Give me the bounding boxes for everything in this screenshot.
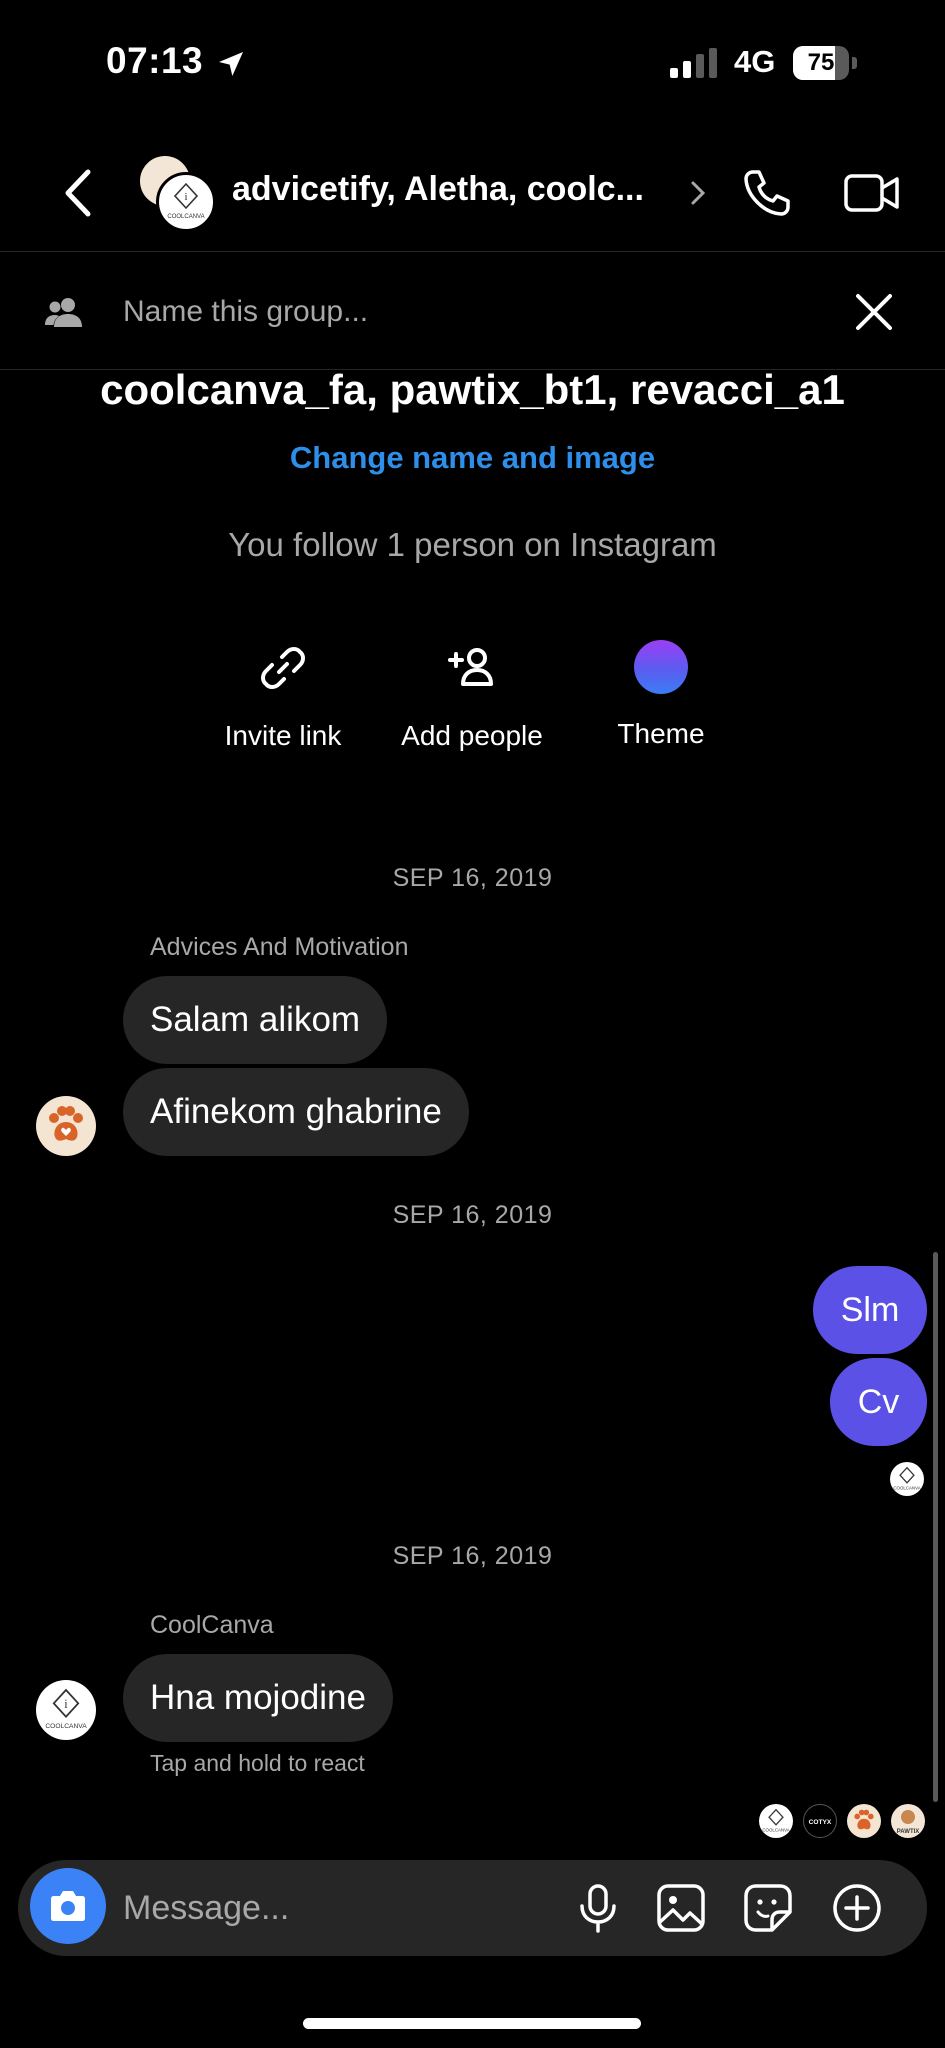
camera-icon [51,1891,85,1921]
header-divider [0,251,945,252]
video-call-icon[interactable] [842,166,902,220]
coolcanva-logo-icon: COOLCANVA [893,1466,921,1491]
sender-avatar[interactable] [36,1096,96,1156]
pawtix-logo-icon: PAWTIX [897,1810,920,1835]
incoming-message[interactable]: Hna mojodine [123,1654,393,1742]
svg-text:COTYX: COTYX [809,1819,832,1826]
coolcanva-logo-icon: COOLCANVA [762,1808,790,1833]
member-avatar-front: i COOLCANVA [156,172,216,232]
seen-avatar: PAWTIX [891,1804,925,1838]
gallery-icon[interactable] [653,1880,709,1936]
seen-avatar: COOLCANVA [759,1804,793,1838]
sender-name: Advices And Motivation [150,933,409,961]
theme-button[interactable]: Theme [571,640,751,750]
message-input[interactable] [108,1880,568,1936]
phone-call-icon[interactable] [740,166,794,220]
svg-text:PAWTIX: PAWTIX [897,1829,920,1835]
cotyx-logo-icon: COTYX [809,1819,832,1826]
scrollbar[interactable] [933,1252,938,1802]
react-hint: Tap and hold to react [150,1750,365,1776]
link-icon [261,647,305,689]
battery-icon: 75 [793,46,859,80]
date-separator: SEP 16, 2019 [392,1201,553,1229]
network-type: 4G [734,44,776,79]
signal-icon [670,48,717,78]
date-separator: SEP 16, 2019 [392,1542,553,1570]
paw-logo-icon [49,1106,83,1141]
seen-avatar: COOLCANVA [890,1462,924,1496]
microphone-icon[interactable] [570,1880,626,1936]
camera-button[interactable] [30,1868,106,1944]
back-arrow-icon[interactable] [58,168,102,218]
battery-level: 75 [807,49,835,76]
svg-text:COOLCANVA: COOLCANVA [893,1486,920,1491]
location-arrow-icon [219,52,243,76]
sender-name: CoolCanva [150,1611,274,1639]
coolcanva-logo-icon: i COOLCANVA [167,182,205,220]
invite-link-button[interactable]: Invite link [193,640,373,752]
group-members: coolcanva_fa, pawtix_bt1, revacci_a1 [100,366,845,413]
paw-logo-icon [854,1809,874,1830]
follow-info: You follow 1 person on Instagram [228,526,717,563]
theme-label: Theme [617,718,705,749]
seen-avatar [847,1804,881,1838]
group-name-input[interactable] [108,287,858,337]
outgoing-message[interactable]: Cv [830,1358,927,1446]
chevron-right-icon[interactable] [688,176,708,210]
add-people-button[interactable]: Add people [382,640,562,752]
group-avatar[interactable]: i COOLCANVA [140,156,216,232]
invite-link-label: Invite link [224,720,342,751]
add-circle-icon[interactable] [829,1880,885,1936]
incoming-message[interactable]: Afinekom ghabrine [123,1068,469,1156]
group-people-icon [45,298,82,327]
home-indicator[interactable] [303,2018,641,2029]
add-person-icon [448,648,493,686]
coolcanva-logo-icon: i COOLCANVA [45,1688,87,1730]
svg-text:COOLCANVA: COOLCANVA [167,214,204,220]
outgoing-message[interactable]: Slm [813,1266,927,1354]
thread-title[interactable]: advicetify, Aletha, coolc... [232,170,677,209]
status-time: 07:13 [106,40,204,81]
svg-text:COOLCANVA: COOLCANVA [762,1828,789,1833]
change-name-image-link[interactable]: Change name and image [0,440,945,476]
svg-text:COOLCANVA: COOLCANVA [45,1723,87,1730]
svg-text:i: i [64,1697,68,1711]
close-icon[interactable] [852,290,896,334]
theme-icon [634,640,688,694]
incoming-message[interactable]: Salam alikom [123,976,388,1064]
svg-text:i: i [184,191,187,203]
seen-avatar: COTYX [803,1804,837,1838]
add-people-label: Add people [401,720,543,751]
sticker-icon[interactable] [740,1880,796,1936]
date-separator: SEP 16, 2019 [392,864,553,892]
sender-avatar[interactable]: i COOLCANVA [36,1680,96,1740]
